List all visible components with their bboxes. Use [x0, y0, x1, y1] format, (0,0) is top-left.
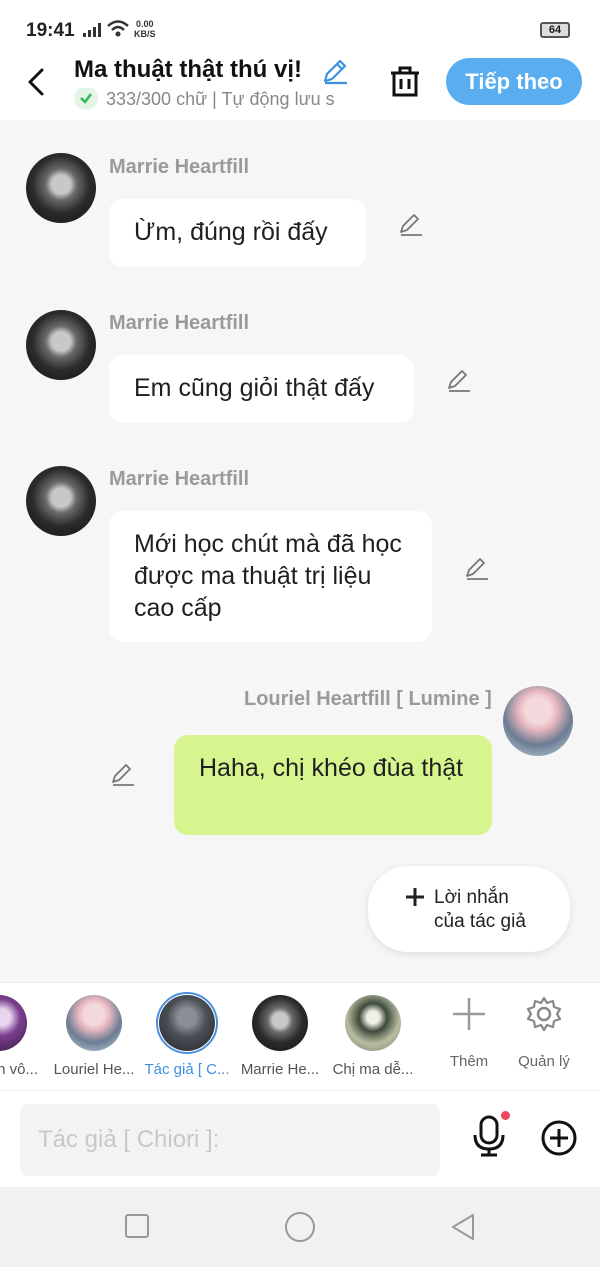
avatar: [156, 992, 218, 1054]
wifi-icon: [107, 20, 129, 37]
message-bubble[interactable]: Mới học chút mà đã học được ma thuật trị…: [109, 511, 432, 642]
character-item[interactable]: n vô...: [0, 995, 44, 1078]
plus-icon: [453, 998, 485, 1030]
message-sender: Marrie Heartfill: [109, 312, 250, 334]
avatar[interactable]: [26, 310, 96, 380]
character-bar: n vô... Louriel He... Tác giả [ C... Mar…: [0, 982, 600, 1090]
avatar: [0, 995, 27, 1051]
message-bubble[interactable]: Em cũng giỏi thật đấy: [109, 355, 414, 423]
edit-message-icon[interactable]: [446, 367, 472, 393]
avatar: [345, 995, 401, 1051]
edit-message-icon[interactable]: [398, 211, 424, 237]
battery-icon: 64: [540, 22, 570, 38]
avatar: [252, 995, 308, 1051]
edit-message-icon[interactable]: [464, 555, 490, 581]
net-speed: 0.00 KB/S: [134, 19, 156, 39]
message-bubble[interactable]: Haha, chị khéo đùa thật: [174, 735, 492, 835]
back-arrow-icon[interactable]: [22, 64, 54, 100]
trash-icon[interactable]: [386, 62, 424, 100]
avatar[interactable]: [503, 686, 573, 756]
character-item-selected[interactable]: Tác giả [ C...: [142, 992, 232, 1078]
message-sender: Marrie Heartfill: [109, 156, 250, 178]
back-icon[interactable]: [450, 1213, 476, 1241]
word-count-status: 333/300 chữ | Tự động lưu s: [74, 88, 364, 114]
recent-apps-icon[interactable]: [124, 1213, 150, 1239]
manage-button[interactable]: Quản lý: [504, 995, 584, 1070]
edit-message-icon[interactable]: [110, 761, 136, 787]
character-item[interactable]: Louriel He...: [49, 995, 139, 1078]
avatar[interactable]: [26, 153, 96, 223]
notification-dot: [501, 1111, 510, 1120]
author-note-label: Lời nhắn: [434, 887, 509, 908]
edit-title-icon[interactable]: [320, 56, 350, 86]
message-bubble[interactable]: Ừm, đúng rồi đấy: [109, 199, 366, 267]
add-character-button[interactable]: Thêm: [429, 995, 509, 1070]
next-button[interactable]: Tiếp theo: [446, 58, 582, 105]
gear-icon: [526, 996, 562, 1032]
check-icon: [74, 88, 98, 110]
input-bar: [0, 1090, 600, 1187]
author-note-label: của tác giả: [434, 911, 526, 932]
message-input[interactable]: [20, 1104, 440, 1176]
status-bar: 19:41 0.00 KB/S 64: [0, 0, 600, 58]
system-nav-bar: [0, 1187, 600, 1267]
character-item[interactable]: Chị ma dễ...: [328, 995, 418, 1078]
message-sender: Marrie Heartfill: [109, 468, 250, 490]
avatar: [66, 995, 122, 1051]
home-icon[interactable]: [284, 1211, 316, 1243]
avatar[interactable]: [26, 466, 96, 536]
signal-icon: [83, 23, 101, 37]
status-time: 19:41: [26, 20, 75, 41]
author-note-button[interactable]: Lời nhắn của tác giả: [368, 866, 570, 952]
add-circle-icon[interactable]: [540, 1119, 578, 1157]
microphone-icon[interactable]: [470, 1115, 508, 1157]
character-item[interactable]: Marrie He...: [235, 995, 325, 1078]
story-title: Ma thuật thật thú vị!: [74, 56, 302, 83]
plus-icon: [406, 888, 424, 906]
message-sender: Louriel Heartfill [ Lumine ]: [244, 688, 492, 710]
app-header: Ma thuật thật thú vị! 333/300 chữ | Tự đ…: [0, 56, 600, 120]
